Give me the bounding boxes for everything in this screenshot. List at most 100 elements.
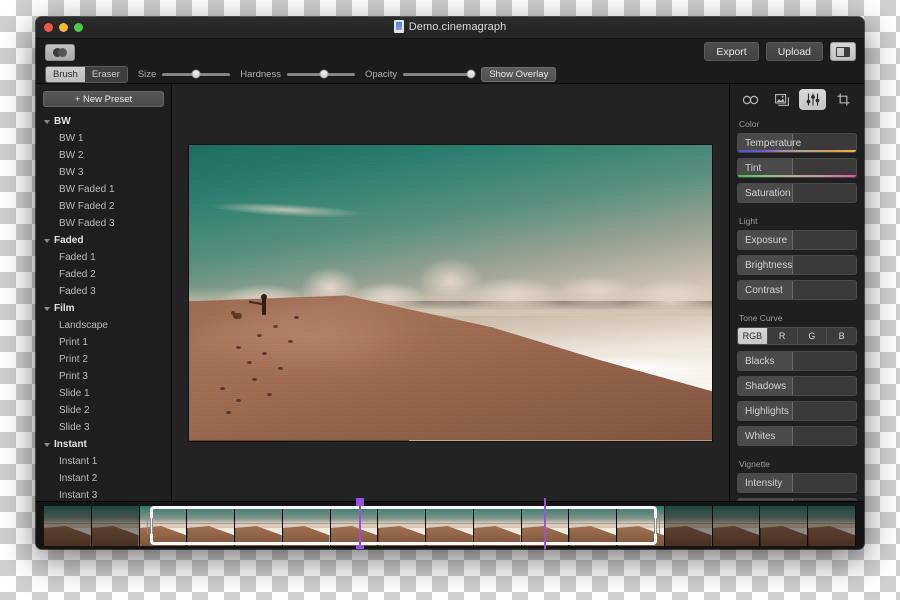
timeline-frame[interactable] (139, 506, 188, 546)
section-title-vignette: Vignette (739, 459, 771, 469)
preset-item[interactable]: Print 3 (36, 368, 171, 385)
control-exposure[interactable]: Exposure (737, 230, 857, 250)
preset-group-header-faded[interactable]: Faded (36, 232, 171, 249)
tab-crop[interactable] (830, 89, 857, 110)
opacity-slider[interactable] (403, 69, 476, 79)
frame-haze (760, 519, 808, 529)
show-overlay-button[interactable]: Show Overlay (481, 66, 557, 82)
export-button[interactable]: Export (704, 42, 759, 61)
size-slider[interactable] (162, 69, 231, 79)
timeline-frame[interactable] (617, 506, 665, 546)
tab-photos[interactable] (768, 89, 795, 110)
timeline-frame[interactable] (187, 506, 236, 546)
filmstrip[interactable] (44, 506, 856, 546)
preset-item[interactable]: BW Faded 1 (36, 181, 171, 198)
timeline-frame[interactable] (378, 506, 427, 546)
timeline-frame[interactable] (282, 506, 331, 546)
photo-person (261, 294, 268, 316)
tab-loop[interactable] (737, 89, 764, 110)
preset-item[interactable]: BW 2 (36, 147, 171, 164)
frame-haze (712, 519, 760, 529)
chevron-down-icon[interactable] (44, 306, 50, 311)
timeline-frame[interactable] (569, 506, 618, 546)
brush-mode-brush[interactable]: Brush (46, 66, 85, 82)
preset-item[interactable]: Instant 2 (36, 470, 171, 487)
timeline-frame[interactable] (91, 506, 140, 546)
preset-item[interactable]: BW Faded 2 (36, 198, 171, 215)
brush-mode-segmented[interactable]: Brush Eraser (45, 65, 128, 83)
size-slider-knob[interactable] (191, 69, 201, 79)
window-title-text: Demo.cinemagraph (408, 20, 507, 33)
preset-item[interactable]: Faded 1 (36, 249, 171, 266)
toolbar-primary: Export Upload (36, 39, 864, 65)
preset-item[interactable]: Slide 2 (36, 402, 171, 419)
channel-b[interactable]: B (827, 328, 856, 344)
chevron-down-icon[interactable] (44, 238, 50, 243)
control-shadows[interactable]: Shadows (737, 376, 857, 396)
hardness-slider-knob[interactable] (319, 69, 329, 79)
preset-item[interactable]: Landscape (36, 317, 171, 334)
channel-rgb[interactable]: RGB (738, 328, 768, 344)
control-contrast[interactable]: Contrast (737, 280, 857, 300)
timeline-frame[interactable] (760, 506, 809, 546)
preset-item[interactable]: Print 1 (36, 334, 171, 351)
preset-group-header-bw[interactable]: BW (36, 113, 171, 130)
hardness-slider-group: Hardness (240, 69, 355, 80)
timeline-frame[interactable] (808, 506, 856, 546)
timeline-frame[interactable] (330, 506, 379, 546)
hardness-slider[interactable] (286, 69, 355, 79)
section-title-color: Color (739, 119, 760, 129)
opacity-slider-knob[interactable] (466, 69, 476, 79)
preset-item[interactable]: Instant 1 (36, 453, 171, 470)
preset-item[interactable]: BW Faded 3 (36, 215, 171, 232)
mask-tool-button[interactable] (45, 43, 75, 61)
frame-sky (44, 506, 91, 523)
control-brightness[interactable]: Brightness (737, 255, 857, 275)
new-preset-button[interactable]: + New Preset (43, 91, 164, 107)
upload-button[interactable]: Upload (765, 42, 823, 61)
timeline-frame[interactable] (235, 506, 283, 546)
control-blacks[interactable]: Blacks (737, 351, 857, 371)
preset-item[interactable]: BW 1 (36, 130, 171, 147)
control-temperature[interactable]: Temperature (737, 133, 857, 153)
frame-sky (808, 506, 856, 523)
preset-item[interactable]: Print 2 (36, 351, 171, 368)
timeline-frame[interactable] (712, 506, 761, 546)
tab-adjustments[interactable] (799, 89, 826, 110)
control-tint[interactable]: Tint (737, 158, 857, 178)
preset-group-header-instant[interactable]: Instant (36, 436, 171, 453)
preset-item[interactable]: BW 3 (36, 164, 171, 181)
photo-preview[interactable] (189, 144, 712, 441)
control-whites[interactable]: Whites (737, 426, 857, 446)
title-bar: Demo.cinemagraph (36, 17, 864, 39)
playhead-cap-bottom (355, 545, 364, 549)
timeline-frame[interactable] (44, 506, 92, 546)
timeline-playhead[interactable] (544, 498, 547, 549)
preset-item[interactable]: Slide 1 (36, 385, 171, 402)
frame-sand (664, 526, 712, 546)
preset-item[interactable]: Slide 3 (36, 419, 171, 436)
sidebar-toggle-button[interactable] (830, 42, 856, 61)
channel-g[interactable]: G (797, 328, 828, 344)
timeline-frame[interactable] (664, 506, 713, 546)
control-label: Saturation (745, 187, 791, 199)
timeline-frame[interactable] (426, 506, 474, 546)
control-highlights[interactable]: Highlights (737, 401, 857, 421)
channel-r[interactable]: R (767, 328, 798, 344)
chevron-down-icon[interactable] (44, 119, 50, 124)
mask-icon (52, 47, 68, 58)
timeline-playhead[interactable] (355, 498, 364, 549)
control-intensity[interactable]: Intensity (737, 473, 857, 493)
canvas-area[interactable] (172, 84, 729, 501)
chevron-down-icon[interactable] (44, 442, 50, 447)
opacity-slider-label: Opacity (364, 68, 398, 80)
preset-item[interactable]: Instant 3 (36, 487, 171, 501)
brush-mode-eraser[interactable]: Eraser (84, 66, 127, 82)
tone-curve-channel-segmented[interactable]: RGB R G B (737, 327, 857, 345)
preset-group-header-film[interactable]: Film (36, 300, 171, 317)
timeline-frame[interactable] (473, 506, 522, 546)
timeline[interactable] (36, 498, 864, 549)
preset-item[interactable]: Faded 3 (36, 283, 171, 300)
control-saturation[interactable]: Saturation (737, 183, 857, 203)
preset-item[interactable]: Faded 2 (36, 266, 171, 283)
